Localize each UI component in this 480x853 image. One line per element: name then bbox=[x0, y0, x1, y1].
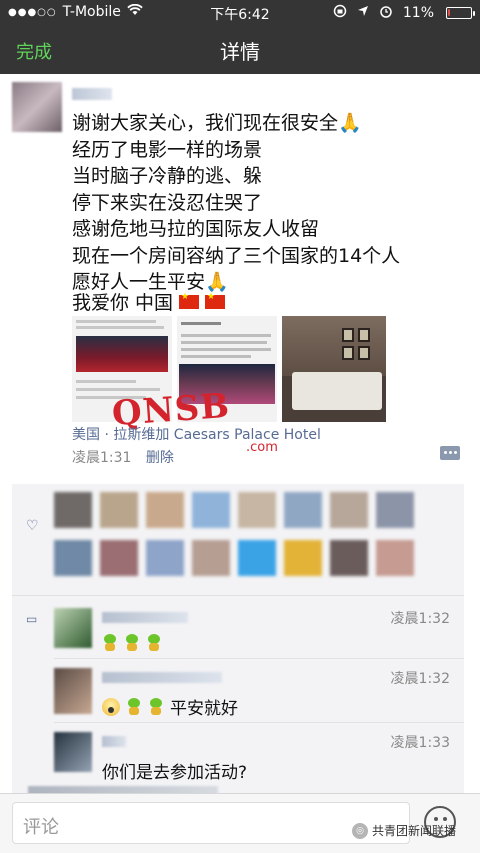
china-flag-icon bbox=[205, 292, 226, 309]
brand-watermark: ◎ 共青团新闻联播 bbox=[352, 822, 456, 839]
frog-emoji-icon bbox=[146, 634, 162, 652]
post-location[interactable]: 美国 · 拉斯维加 Caesars Palace Hotel bbox=[72, 424, 321, 444]
battery-percent: 11% bbox=[402, 5, 434, 21]
lock-rotation-icon bbox=[333, 4, 347, 22]
delete-link[interactable]: 删除 bbox=[146, 450, 174, 466]
location-arrow-icon bbox=[357, 5, 369, 21]
liker-avatar[interactable] bbox=[192, 540, 230, 576]
author-name[interactable] bbox=[72, 88, 112, 100]
commenter-avatar[interactable] bbox=[54, 668, 92, 714]
liker-avatar[interactable] bbox=[376, 540, 414, 576]
author-avatar[interactable] bbox=[12, 82, 62, 132]
frog-emoji-icon bbox=[126, 697, 142, 716]
post-meta: 凌晨1:31 删除 bbox=[72, 447, 174, 467]
liker-avatar[interactable] bbox=[330, 540, 368, 576]
page-title: 详情 bbox=[220, 40, 260, 64]
post-time: 凌晨1:31 bbox=[72, 450, 132, 466]
photo-hotel-room[interactable] bbox=[282, 316, 386, 422]
comment-text bbox=[102, 634, 162, 652]
divider bbox=[54, 722, 464, 723]
scared-emoji-icon bbox=[102, 697, 120, 716]
wechat-icon: ◎ bbox=[352, 822, 368, 839]
post-detail: 谢谢大家关心，我们现在很安全🙏 经历了电影一样的场景 当时脑子冷静的逃、躲 停下… bbox=[0, 74, 480, 793]
comment-input[interactable]: 评论 bbox=[12, 802, 410, 844]
comment-time: 凌晨1:33 bbox=[390, 735, 450, 751]
commenter-name[interactable] bbox=[102, 736, 126, 747]
partial-comment-row bbox=[28, 786, 218, 793]
more-actions-icon[interactable] bbox=[440, 446, 460, 460]
liker-avatar[interactable] bbox=[238, 492, 276, 528]
commenter-avatar[interactable] bbox=[54, 608, 92, 648]
liker-avatar[interactable] bbox=[284, 540, 322, 576]
comment-time: 凌晨1:32 bbox=[390, 671, 450, 687]
liker-avatar[interactable] bbox=[100, 540, 138, 576]
interaction-panel: ♡ ▭ 凌晨1:32 凌晨1:32 平安就好 凌晨1:33 你们是去参加活动? bbox=[12, 484, 464, 793]
liker-avatar[interactable] bbox=[146, 492, 184, 528]
likes-section: ♡ bbox=[12, 484, 464, 596]
heart-icon: ♡ bbox=[26, 518, 39, 534]
liker-avatar[interactable] bbox=[54, 540, 92, 576]
comment-text: 你们是去参加活动? bbox=[102, 758, 247, 783]
comment-time: 凌晨1:32 bbox=[390, 611, 450, 627]
liker-avatar[interactable] bbox=[330, 492, 368, 528]
liker-avatar[interactable] bbox=[54, 492, 92, 528]
divider bbox=[54, 658, 464, 659]
liker-avatar[interactable] bbox=[238, 540, 276, 576]
commenter-name[interactable] bbox=[102, 672, 222, 683]
frog-emoji-icon bbox=[124, 634, 140, 652]
comment-text-body: 你们是去参加活动? bbox=[102, 763, 248, 783]
frog-emoji-icon bbox=[102, 634, 118, 652]
commenter-name[interactable] bbox=[102, 612, 188, 623]
liker-avatar[interactable] bbox=[100, 492, 138, 528]
status-bar: ●●●○○ T-Mobile 下午6:42 11% bbox=[0, 0, 480, 24]
liker-avatar[interactable] bbox=[284, 492, 322, 528]
comment-icon: ▭ bbox=[26, 612, 38, 626]
china-flag-icon bbox=[179, 292, 200, 309]
nav-bar: 完成 详情 bbox=[0, 24, 480, 74]
post-tail-text: 我爱你 中国 bbox=[72, 292, 174, 314]
alarm-icon bbox=[379, 4, 393, 22]
battery-icon bbox=[446, 7, 475, 19]
comment-text-body: 平安就好 bbox=[170, 699, 238, 719]
post-text: 谢谢大家关心，我们现在很安全🙏 经历了电影一样的场景 当时脑子冷静的逃、躲 停下… bbox=[72, 112, 401, 293]
brand-label: 共青团新闻联播 bbox=[372, 824, 457, 838]
battery-level-fill bbox=[448, 9, 450, 16]
liker-avatar[interactable] bbox=[146, 540, 184, 576]
liker-avatar[interactable] bbox=[192, 492, 230, 528]
frog-emoji-icon bbox=[148, 697, 164, 716]
commenter-avatar[interactable] bbox=[54, 732, 92, 772]
post-tail: 我爱你 中国 bbox=[72, 288, 226, 315]
comment-text: 平安就好 bbox=[102, 694, 238, 719]
liker-avatar[interactable] bbox=[376, 492, 414, 528]
